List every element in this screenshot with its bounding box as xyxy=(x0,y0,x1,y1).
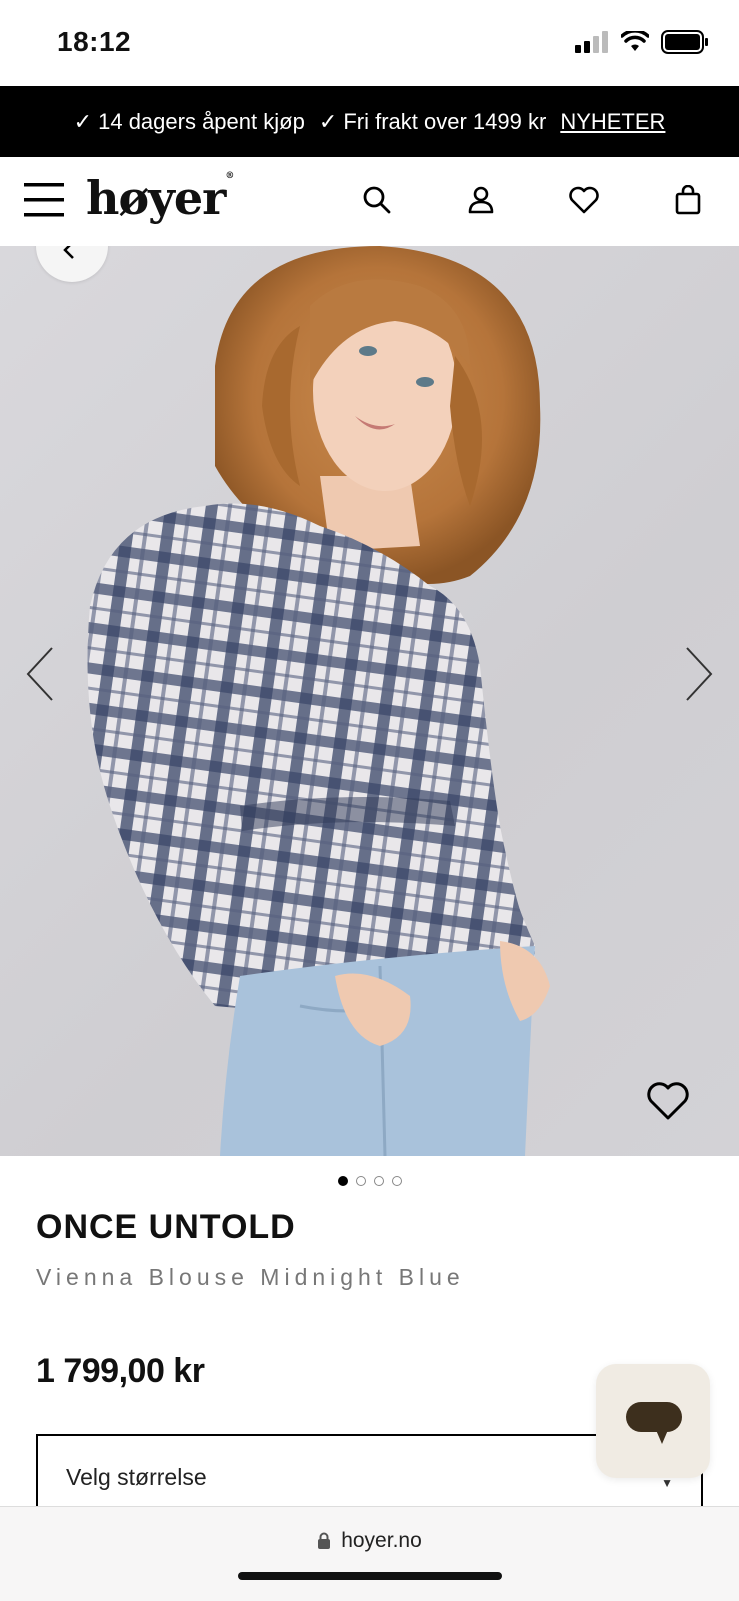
chat-button[interactable] xyxy=(596,1364,710,1478)
next-image-arrow-icon[interactable] xyxy=(683,646,715,702)
battery-icon xyxy=(661,30,708,54)
gallery-dot-2[interactable] xyxy=(355,1176,366,1186)
wifi-icon xyxy=(621,31,649,51)
add-to-wishlist-heart-icon[interactable] xyxy=(646,1082,690,1122)
gallery-dot-1[interactable] xyxy=(337,1176,348,1186)
product-photo xyxy=(87,246,550,1156)
url-display[interactable]: hoyer.no xyxy=(0,1529,739,1553)
site-header: høyer® xyxy=(0,157,739,246)
account-icon[interactable] xyxy=(466,185,496,215)
menu-icon[interactable] xyxy=(24,183,64,217)
size-select-label: Velg størrelse xyxy=(66,1464,207,1490)
dropdown-caret-icon: ▼ xyxy=(661,1476,673,1490)
product-brand[interactable]: ONCE UNTOLD xyxy=(36,1208,296,1247)
product-name: Vienna Blouse Midnight Blue xyxy=(36,1264,465,1290)
status-icons xyxy=(575,30,709,54)
cellular-signal-icon xyxy=(575,31,608,53)
status-bar: 18:12 xyxy=(0,0,739,86)
chevron-left-icon xyxy=(63,246,74,259)
news-link[interactable]: NYHETER xyxy=(560,109,665,135)
previous-image-arrow-icon[interactable] xyxy=(24,646,56,702)
promo-bar: ✓ 14 dagers åpent kjøp ✓ Fri frakt over … xyxy=(0,86,739,157)
gallery-pagination xyxy=(0,1176,739,1186)
promo-open-purchase: ✓ 14 dagers åpent kjøp xyxy=(73,108,305,134)
browser-url-bar[interactable]: hoyer.no xyxy=(0,1506,739,1601)
search-icon[interactable] xyxy=(362,185,392,215)
promo-free-shipping: ✓ Fri frakt over 1499 kr xyxy=(318,108,547,134)
logo[interactable]: høyer® xyxy=(86,171,234,225)
status-time: 18:12 xyxy=(57,26,132,57)
product-price: 1 799,00 kr xyxy=(36,1352,205,1390)
url-text: hoyer.no xyxy=(341,1529,422,1552)
chat-bubble-icon xyxy=(626,1402,682,1444)
gallery-dot-3[interactable] xyxy=(373,1176,384,1186)
bag-icon[interactable] xyxy=(674,185,702,215)
lock-icon xyxy=(318,1532,331,1549)
home-indicator[interactable] xyxy=(238,1572,502,1580)
wishlist-icon[interactable] xyxy=(568,185,600,215)
gallery-dot-4[interactable] xyxy=(391,1176,402,1186)
logo-text: høyer xyxy=(86,171,226,225)
product-image-gallery[interactable] xyxy=(0,246,739,1156)
